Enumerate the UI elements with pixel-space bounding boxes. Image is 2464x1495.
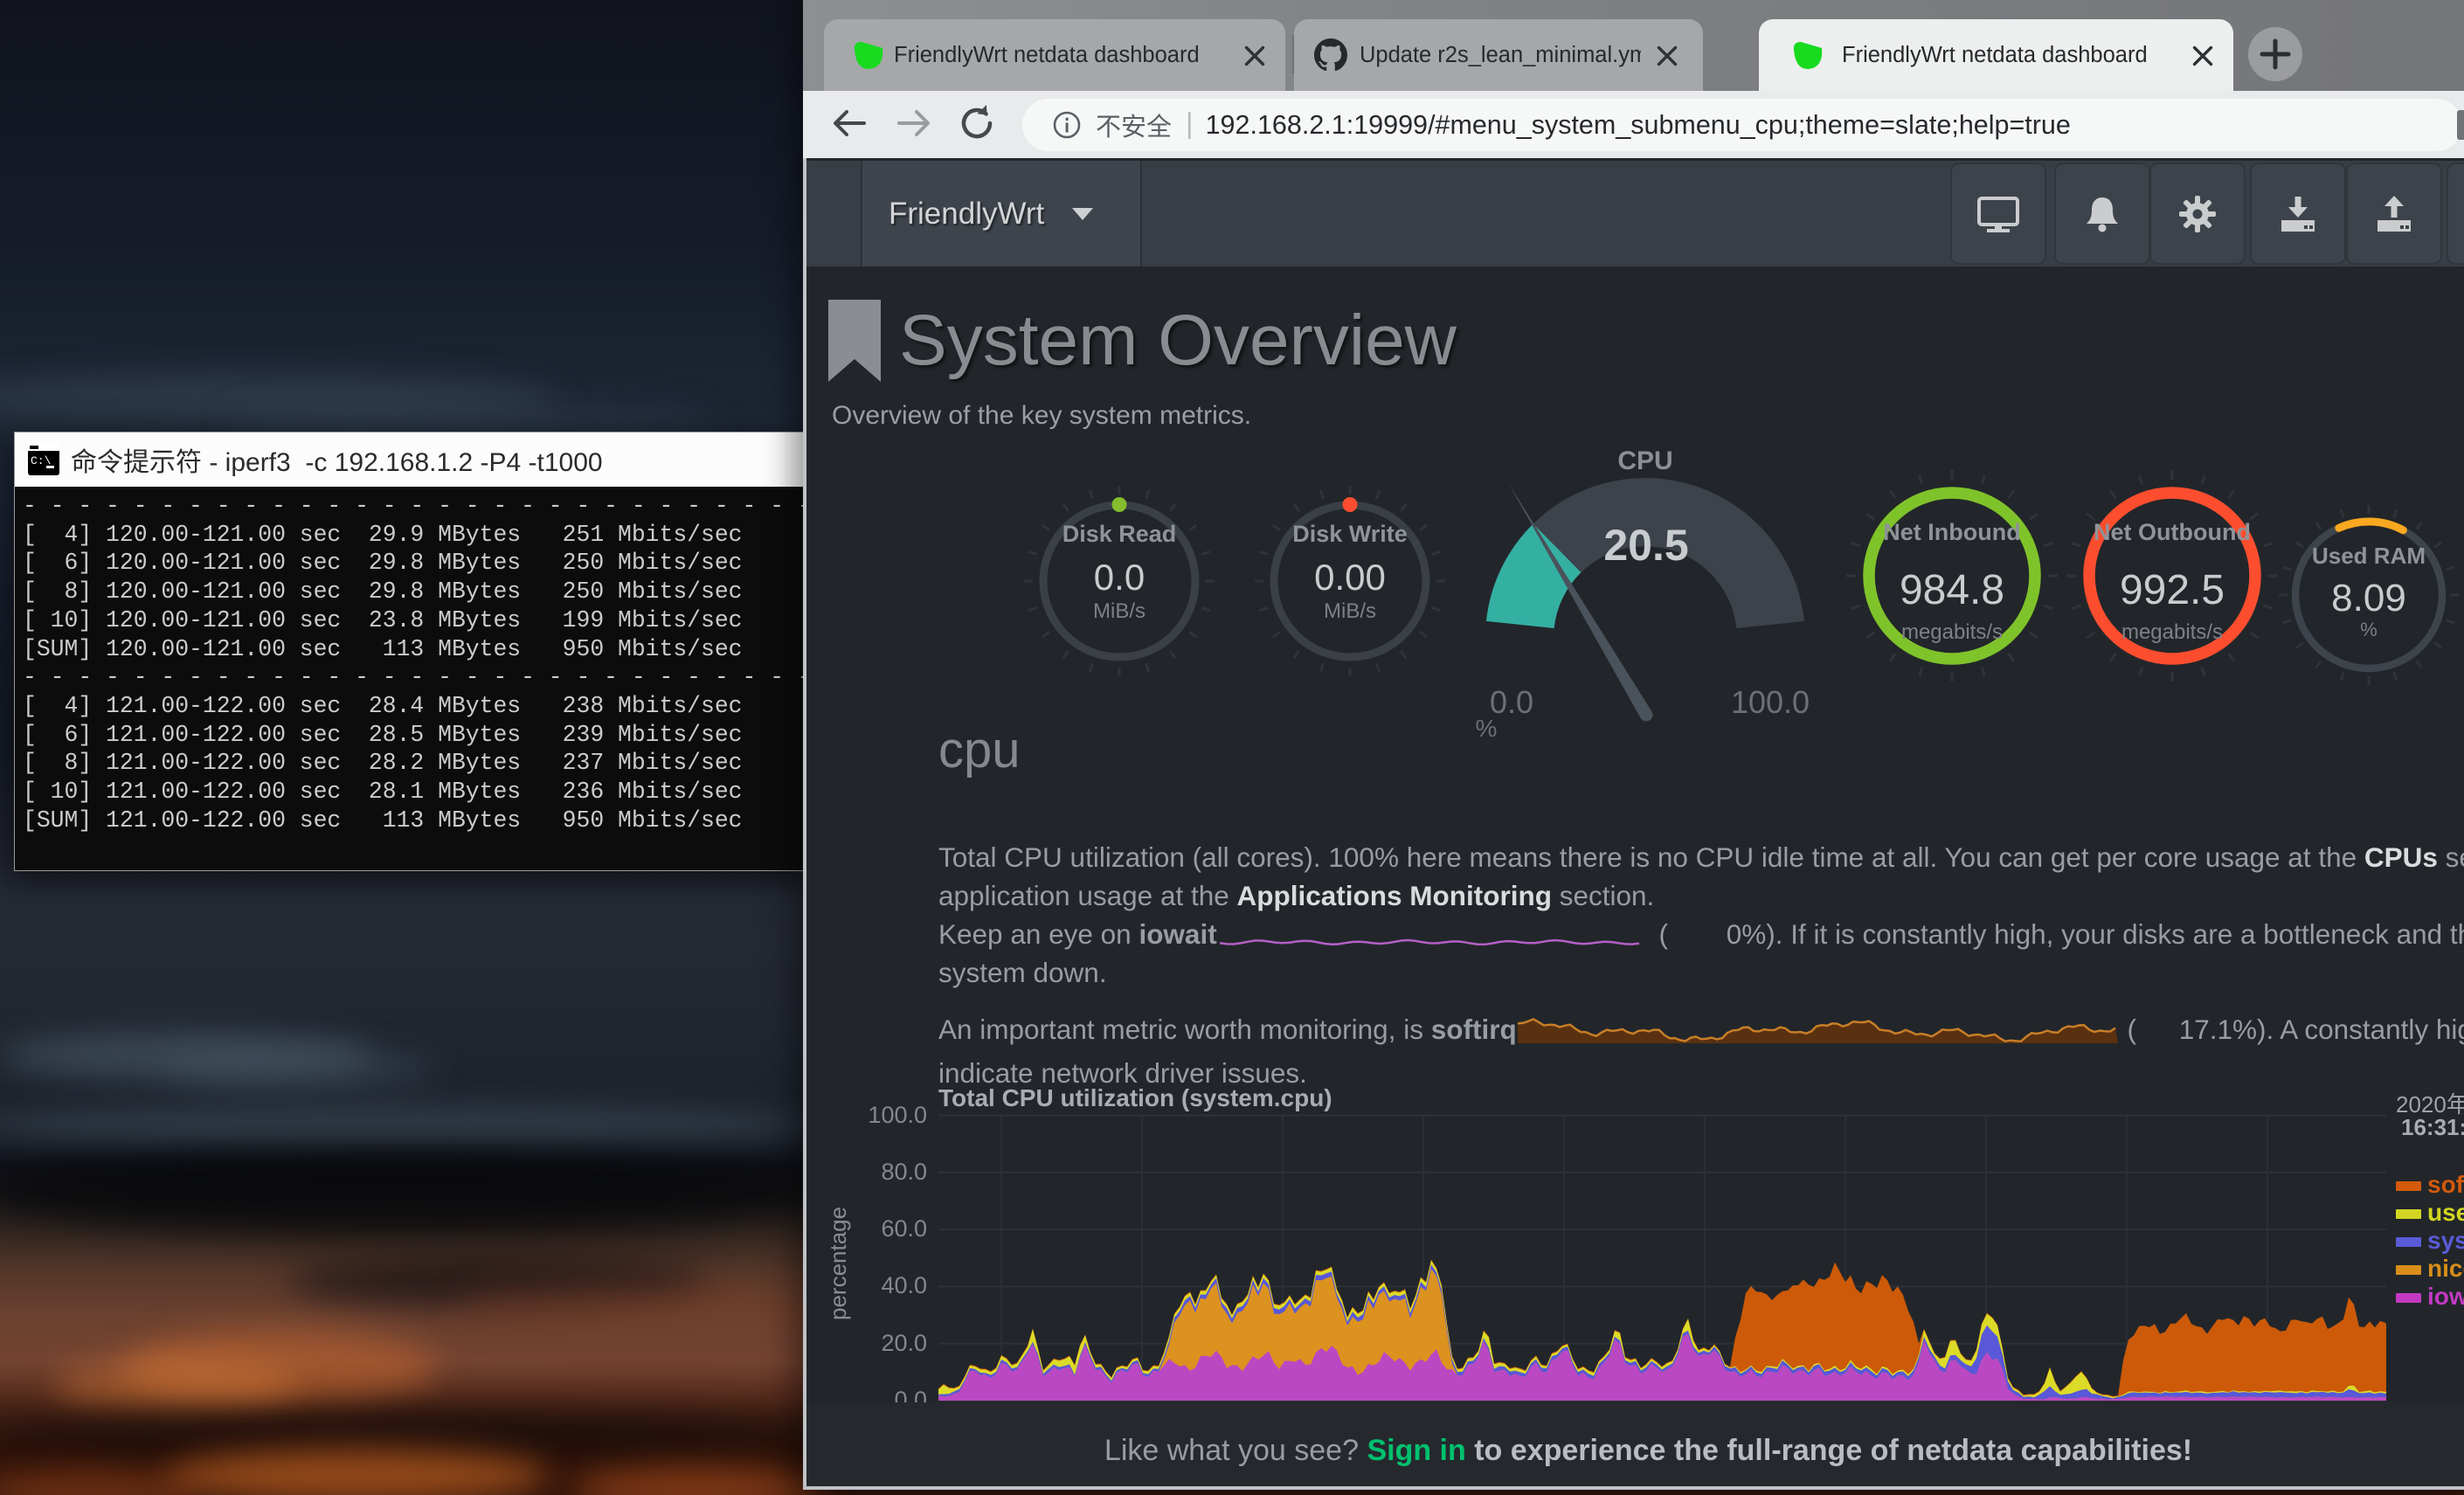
svg-text:C:\: C:\ [31,454,52,467]
